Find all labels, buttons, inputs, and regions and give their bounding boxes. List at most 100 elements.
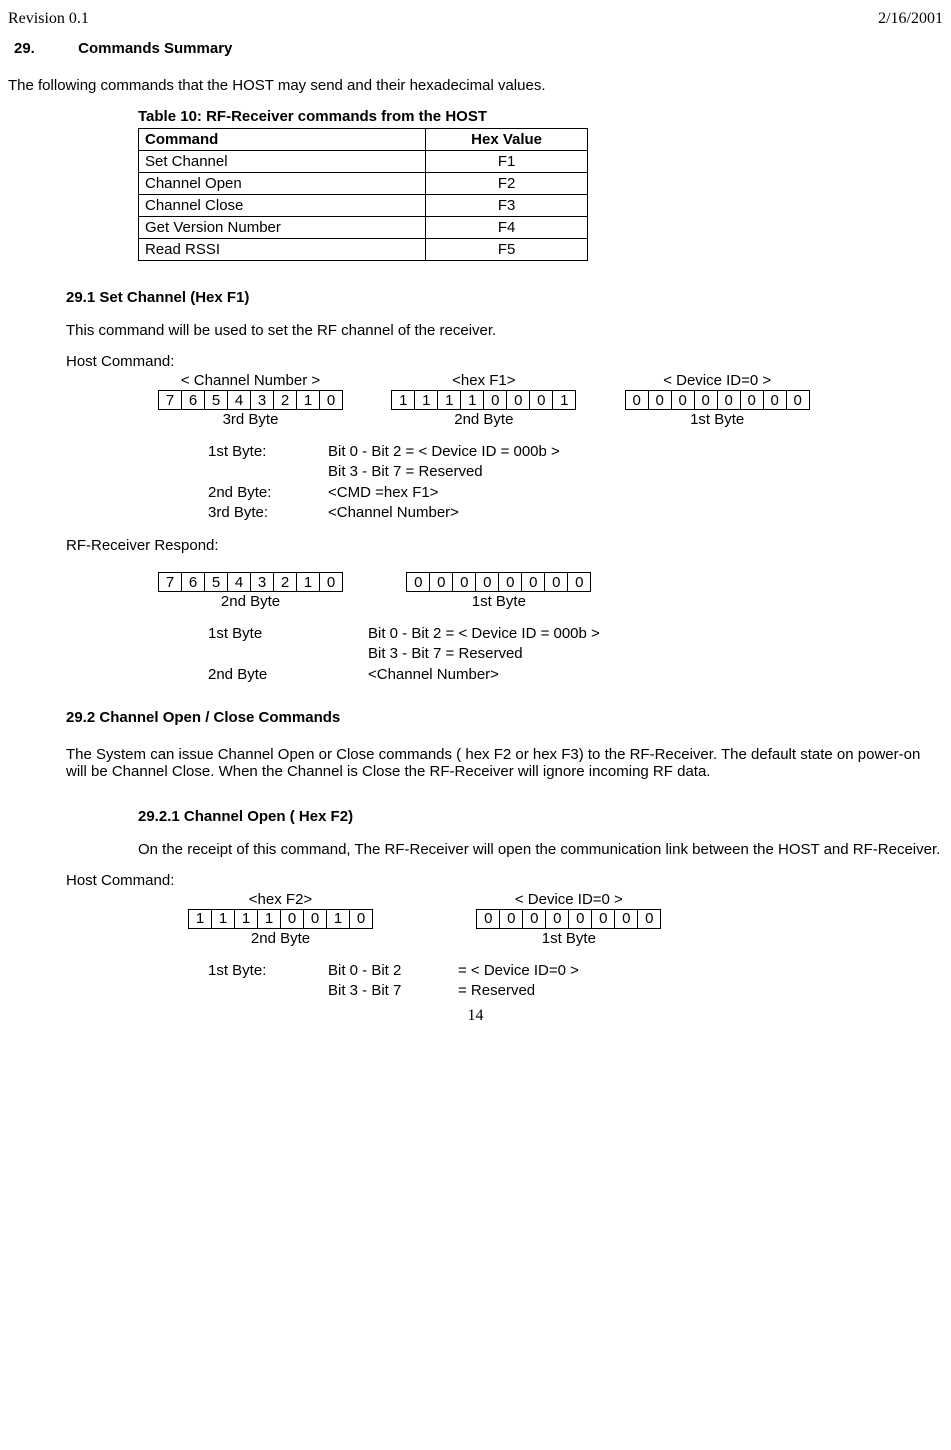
- revision-text: Revision 0.1: [8, 10, 89, 28]
- desc-value: Bit 3 - Bit 7 = Reserved: [368, 644, 523, 664]
- bit-cell: 0: [694, 391, 717, 410]
- host-command-label-2: Host Command:: [66, 872, 943, 889]
- bit-cell: 0: [499, 573, 522, 592]
- byte1-group: < Device ID=0 > 00000000 1st Byte: [625, 372, 810, 428]
- bit-cell: 7: [159, 391, 182, 410]
- resp-byte1-below: 1st Byte: [406, 593, 591, 610]
- host-command-label: Host Command:: [66, 353, 943, 370]
- bit-cell: 6: [182, 391, 205, 410]
- bit-cell: 4: [228, 573, 251, 592]
- bit-cell: 7: [159, 573, 182, 592]
- respond-bytes: 76543210 2nd Byte 00000000 1st Byte: [158, 572, 943, 610]
- bit-cell: 0: [407, 573, 430, 592]
- bit-cell: 0: [522, 573, 545, 592]
- hex-cell: F3: [426, 195, 588, 217]
- byte1-bits: 00000000: [625, 390, 810, 410]
- desc-value: Bit 0 - Bit 2 = < Device ID = 000b >: [328, 442, 560, 462]
- hc2-byte1-bits: 00000000: [476, 909, 661, 929]
- byte2-group: <hex F1> 11110001 2nd Byte: [391, 372, 576, 428]
- resp-byte-description: 1st ByteBit 0 - Bit 2 = < Device ID = 00…: [208, 624, 943, 685]
- bit-cell: 0: [625, 391, 648, 410]
- bit-cell: 1: [235, 909, 258, 928]
- desc-value: <CMD =hex F1>: [328, 483, 438, 503]
- subsection-292-title: 29.2 Channel Open / Close Commands: [66, 709, 943, 726]
- bit-cell: 0: [476, 573, 499, 592]
- bit-cell: 0: [568, 573, 591, 592]
- bit-cell: 4: [228, 391, 251, 410]
- bit-cell: 1: [438, 391, 461, 410]
- bit-cell: 0: [453, 573, 476, 592]
- subsection-291-desc: This command will be used to set the RF …: [66, 322, 943, 339]
- byte1-label-above: < Device ID=0 >: [625, 372, 810, 389]
- table-row: Set ChannelF1: [139, 151, 588, 173]
- table-row: Channel OpenF2: [139, 173, 588, 195]
- byte2-bits: 11110001: [391, 390, 576, 410]
- resp-byte2-bits: 76543210: [158, 572, 343, 592]
- bit-cell: 5: [205, 391, 228, 410]
- section-title: 29. Commands Summary: [14, 40, 943, 57]
- byte-description: 1st Byte:Bit 0 - Bit 2 = < Device ID = 0…: [208, 442, 943, 523]
- bit-cell: 1: [258, 909, 281, 928]
- bit-cell: 0: [615, 909, 638, 928]
- desc-label: 2nd Byte: [208, 665, 368, 685]
- bit-cell: 5: [205, 573, 228, 592]
- page-number: 14: [8, 1007, 943, 1025]
- cmd-cell: Get Version Number: [139, 217, 426, 239]
- desc-value: Bit 0 - Bit 2: [328, 961, 458, 981]
- desc-value: Bit 3 - Bit 7: [328, 981, 458, 1001]
- bit-cell: 3: [251, 573, 274, 592]
- desc-label: 3rd Byte:: [208, 503, 328, 523]
- bit-cell: 0: [320, 573, 343, 592]
- bit-cell: 6: [182, 573, 205, 592]
- bit-cell: 0: [569, 909, 592, 928]
- table-row: Read RSSIF5: [139, 239, 588, 261]
- bit-cell: 2: [274, 391, 297, 410]
- byte2-label-below: 2nd Byte: [391, 411, 576, 428]
- bit-cell: 0: [717, 391, 740, 410]
- bit-cell: 0: [523, 909, 546, 928]
- bit-cell: 0: [430, 573, 453, 592]
- desc-value: <Channel Number>: [368, 665, 499, 685]
- bit-cell: 1: [327, 909, 350, 928]
- hex-cell: F1: [426, 151, 588, 173]
- bit-cell: 1: [297, 573, 320, 592]
- col-command: Command: [139, 129, 426, 151]
- resp-byte2-below: 2nd Byte: [158, 593, 343, 610]
- table-row: Channel CloseF3: [139, 195, 588, 217]
- hc2-byte-description: 1st Byte:Bit 0 - Bit 2= < Device ID=0 > …: [208, 961, 943, 1002]
- hc2-byte2-group: <hex F2> 11110010 2nd Byte: [188, 891, 373, 947]
- bit-cell: 1: [212, 909, 235, 928]
- hc2-byte1-below: 1st Byte: [476, 930, 661, 947]
- cmd-cell: Read RSSI: [139, 239, 426, 261]
- desc-value: Bit 3 - Bit 7 = Reserved: [328, 462, 483, 482]
- byte1-label-below: 1st Byte: [625, 411, 810, 428]
- desc-value: = < Device ID=0 >: [458, 961, 579, 981]
- bit-cell: 0: [477, 909, 500, 928]
- page-header: Revision 0.1 2/16/2001: [8, 10, 943, 28]
- bit-cell: 0: [740, 391, 763, 410]
- cmd-cell: Channel Open: [139, 173, 426, 195]
- subsubsection-2921-para: On the receipt of this command, The RF-R…: [138, 841, 943, 858]
- bit-cell: 0: [281, 909, 304, 928]
- col-hex: Hex Value: [426, 129, 588, 151]
- byte3-label-below: 3rd Byte: [158, 411, 343, 428]
- host-command-bytes: < Channel Number > 76543210 3rd Byte <he…: [158, 372, 943, 428]
- bit-cell: 0: [484, 391, 507, 410]
- intro-paragraph: The following commands that the HOST may…: [8, 77, 943, 94]
- bit-cell: 0: [648, 391, 671, 410]
- desc-label: 1st Byte: [208, 624, 368, 644]
- hc2-byte1-group: < Device ID=0 > 00000000 1st Byte: [476, 891, 661, 947]
- table-header-row: Command Hex Value: [139, 129, 588, 151]
- bit-cell: 0: [592, 909, 615, 928]
- hc2-byte2-bits: 11110010: [188, 909, 373, 929]
- hex-cell: F5: [426, 239, 588, 261]
- hc2-byte1-above: < Device ID=0 >: [476, 891, 661, 908]
- desc-label: 2nd Byte:: [208, 483, 328, 503]
- bit-cell: 1: [297, 391, 320, 410]
- subsubsection-2921-title: 29.2.1 Channel Open ( Hex F2): [138, 808, 943, 825]
- resp-byte1-bits: 00000000: [406, 572, 591, 592]
- date-text: 2/16/2001: [878, 10, 943, 28]
- bit-cell: 0: [350, 909, 373, 928]
- desc-value: Bit 0 - Bit 2 = < Device ID = 000b >: [368, 624, 600, 644]
- bit-cell: 1: [461, 391, 484, 410]
